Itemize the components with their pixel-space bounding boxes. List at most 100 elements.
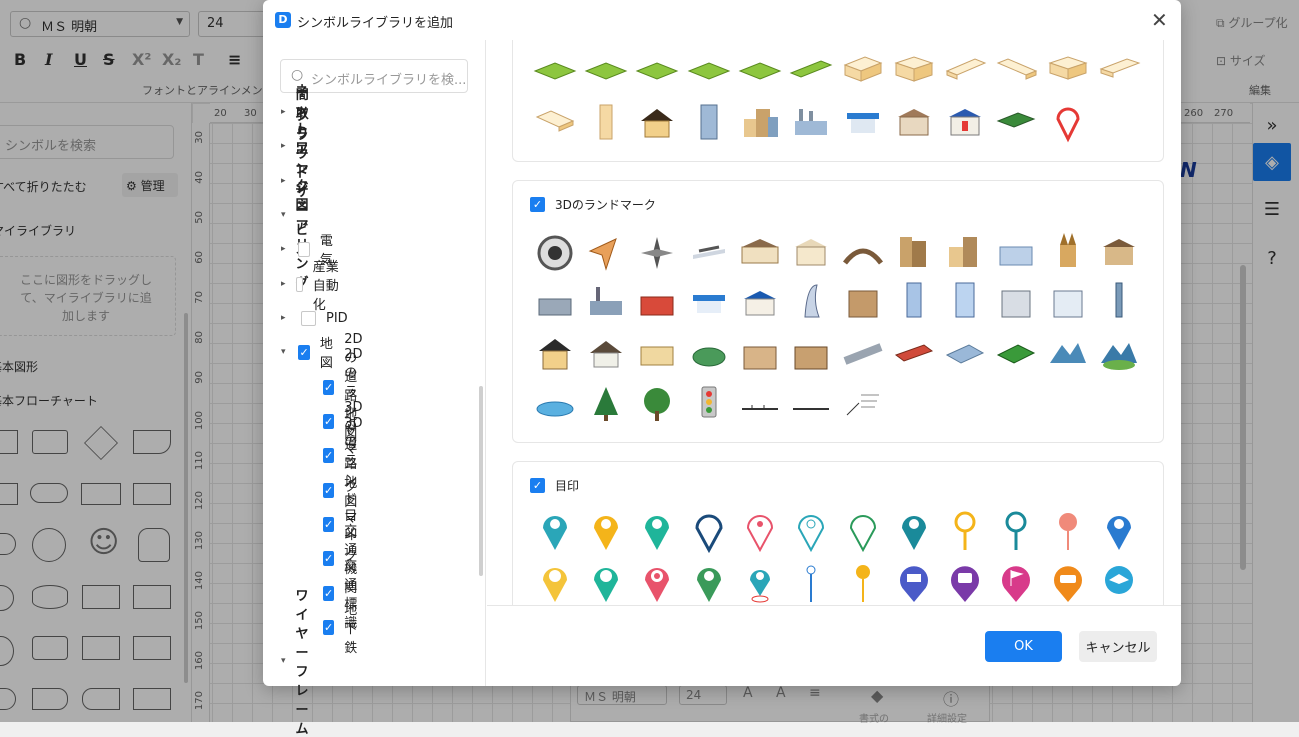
pin-needle-icon[interactable] bbox=[806, 565, 816, 602]
grass-strip-icon[interactable] bbox=[789, 60, 833, 78]
park-icon[interactable] bbox=[996, 344, 1036, 364]
tree-item[interactable]: ▾ ✓ 地図 bbox=[281, 337, 339, 371]
traffic-light-icon[interactable] bbox=[701, 386, 717, 418]
tree-checkbox[interactable]: ✓ bbox=[323, 619, 335, 635]
tree-checkbox[interactable]: ✓ bbox=[298, 344, 310, 360]
tree-checkbox[interactable]: ✓ bbox=[323, 550, 335, 566]
building-group-icon[interactable] bbox=[744, 109, 778, 137]
tree-item[interactable]: ▸ PID bbox=[281, 308, 348, 328]
pin-blue-icon[interactable] bbox=[1107, 516, 1131, 550]
parking-lot-icon[interactable] bbox=[996, 112, 1036, 128]
lake-icon[interactable] bbox=[536, 401, 574, 417]
caret-right-icon[interactable]: ▸ bbox=[281, 244, 288, 254]
annotation-icon[interactable] bbox=[846, 394, 879, 416]
tree-checkbox[interactable]: ✓ bbox=[323, 447, 335, 463]
pin-yellow-outline-icon[interactable] bbox=[954, 511, 976, 550]
close-icon[interactable]: ✕ bbox=[1151, 8, 1168, 32]
pin-pink-icon[interactable] bbox=[746, 515, 774, 553]
caret-down-icon[interactable]: ▾ bbox=[281, 347, 288, 357]
tree-item[interactable]: ▾ エンジニアリング bbox=[281, 143, 314, 291]
tree-item[interactable]: ▾ ワイヤーフレーム bbox=[281, 589, 314, 737]
shop-icon[interactable] bbox=[898, 109, 930, 136]
restaurant-icon[interactable] bbox=[640, 296, 674, 316]
tree-checkbox[interactable]: ✓ bbox=[323, 516, 335, 532]
block-icon[interactable] bbox=[894, 56, 934, 82]
campus-icon[interactable] bbox=[999, 246, 1033, 266]
pin-teal-large-icon[interactable] bbox=[594, 568, 618, 602]
education-marker-icon[interactable] bbox=[1105, 566, 1133, 594]
tree-checkbox[interactable]: ✓ bbox=[323, 413, 335, 429]
manor-icon[interactable] bbox=[794, 346, 828, 370]
tree-scrollbar[interactable] bbox=[479, 386, 483, 576]
slab-icon[interactable] bbox=[1099, 58, 1141, 78]
dark-house-icon[interactable] bbox=[539, 339, 571, 370]
pin-cyan-outline-icon[interactable] bbox=[797, 515, 825, 553]
compass-needle-icon[interactable] bbox=[588, 238, 617, 271]
harbor-icon[interactable] bbox=[945, 344, 985, 364]
tower-icon[interactable] bbox=[700, 104, 718, 140]
townhouse-icon[interactable] bbox=[743, 346, 777, 370]
tree-checkbox[interactable]: ✓ bbox=[323, 482, 335, 498]
airport-icon[interactable] bbox=[693, 245, 725, 259]
pine-tree-icon[interactable] bbox=[594, 387, 618, 421]
office-block-icon[interactable] bbox=[1001, 290, 1031, 318]
pin-red-ring-icon[interactable] bbox=[645, 568, 669, 602]
hall-icon[interactable] bbox=[1103, 239, 1135, 265]
tree-item[interactable]: ✓ 3Dのランドマーク bbox=[323, 416, 366, 564]
map-pin-icon[interactable] bbox=[1056, 107, 1080, 143]
caret-right-icon[interactable]: ▸ bbox=[281, 176, 286, 186]
bus-marker-icon[interactable] bbox=[951, 566, 979, 602]
grass-tile-icon[interactable] bbox=[533, 62, 577, 80]
compass-icon[interactable] bbox=[537, 235, 573, 271]
block-icon[interactable] bbox=[843, 56, 883, 82]
caret-right-icon[interactable]: ▸ bbox=[281, 107, 286, 117]
slab-icon[interactable] bbox=[945, 58, 987, 80]
grass-tile-icon[interactable] bbox=[687, 62, 731, 80]
slab-icon[interactable] bbox=[996, 58, 1038, 80]
office-complex-icon[interactable] bbox=[949, 237, 977, 267]
rail-track-icon[interactable] bbox=[742, 405, 778, 410]
stadium-icon[interactable] bbox=[692, 347, 726, 367]
store-icon[interactable] bbox=[744, 291, 776, 316]
caret-down-icon[interactable]: ▾ bbox=[281, 210, 286, 220]
mall-icon[interactable] bbox=[640, 346, 674, 366]
caret-right-icon[interactable]: ▸ bbox=[281, 279, 286, 289]
pin-teal-icon[interactable] bbox=[543, 516, 567, 550]
caret-right-icon[interactable]: ▸ bbox=[281, 141, 286, 151]
needle-tower-icon[interactable] bbox=[1115, 282, 1123, 318]
tree-checkbox[interactable]: ✓ bbox=[323, 379, 335, 395]
pillar-icon[interactable] bbox=[599, 104, 613, 140]
hospital-icon[interactable] bbox=[949, 109, 981, 136]
pin-yellow-large-icon[interactable] bbox=[543, 568, 567, 602]
tree-checkbox[interactable] bbox=[301, 310, 316, 326]
grass-tile-icon[interactable] bbox=[635, 62, 679, 80]
pin-yellow-icon[interactable] bbox=[594, 516, 618, 550]
grass-tile-icon[interactable] bbox=[738, 62, 782, 80]
brick-building-icon[interactable] bbox=[848, 290, 878, 318]
burj-icon[interactable] bbox=[804, 284, 820, 318]
hotel-icon[interactable] bbox=[1053, 290, 1083, 318]
mountain-lake-icon[interactable] bbox=[1050, 343, 1086, 363]
cottage-icon[interactable] bbox=[590, 341, 622, 368]
tree-item[interactable]: ✓ 地下鉄 bbox=[323, 603, 361, 656]
caret-down-icon[interactable]: ▾ bbox=[281, 656, 286, 666]
skyscraper-icon[interactable] bbox=[955, 282, 975, 318]
house-icon[interactable] bbox=[641, 109, 673, 138]
service-station-icon[interactable] bbox=[693, 295, 725, 313]
pin-green-outline-icon[interactable] bbox=[849, 515, 877, 553]
pin-green-icon[interactable] bbox=[645, 516, 669, 550]
car-marker-icon[interactable] bbox=[1054, 566, 1082, 602]
church-icon[interactable] bbox=[1060, 233, 1076, 267]
warehouse-icon[interactable] bbox=[538, 298, 572, 316]
ok-button[interactable]: OK bbox=[985, 631, 1062, 662]
tree-icon[interactable] bbox=[644, 388, 670, 421]
slab-icon[interactable] bbox=[535, 110, 575, 132]
glass-tower-icon[interactable] bbox=[906, 282, 922, 318]
pin-navy-icon[interactable] bbox=[695, 514, 723, 554]
pin-teal-outline-icon[interactable] bbox=[1005, 511, 1027, 550]
cancel-button[interactable]: キャンセル bbox=[1079, 631, 1157, 662]
pin-darkteal-icon[interactable] bbox=[902, 516, 926, 550]
apartment-icon[interactable] bbox=[900, 237, 926, 267]
terminal-icon[interactable] bbox=[894, 344, 934, 362]
plant-icon[interactable] bbox=[590, 287, 622, 315]
